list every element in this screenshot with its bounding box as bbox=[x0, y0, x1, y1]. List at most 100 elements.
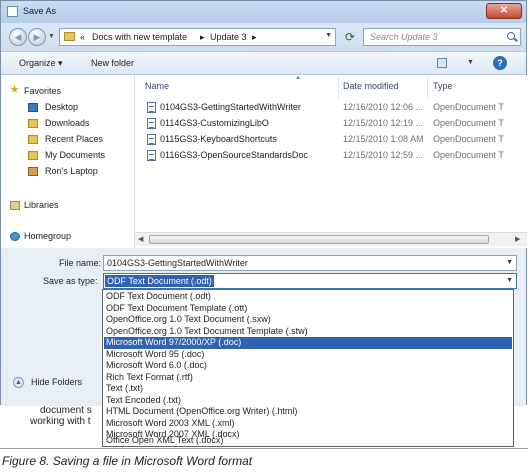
file-row[interactable]: 0104GS3-GettingStartedWithWriter 12/16/2… bbox=[135, 100, 527, 116]
sidebar-item-downloads[interactable]: Downloads bbox=[1, 117, 135, 131]
option-odt[interactable]: ODF Text Document (.odt) bbox=[104, 291, 512, 303]
document-icon bbox=[147, 150, 156, 161]
window-title: Save As bbox=[23, 6, 57, 16]
file-type: OpenDocument T bbox=[433, 102, 504, 112]
breadcrumb-docs-with-new-template[interactable]: Docs with new template bbox=[92, 32, 187, 42]
title-bar: Save As ✕ bbox=[1, 1, 526, 23]
navigation-pane: ★ Favorites Desktop Downloads Recent Pla… bbox=[1, 75, 135, 248]
scroll-left-icon[interactable]: ◀ bbox=[138, 235, 143, 243]
sidebar-item-homegroup[interactable]: Homegroup bbox=[1, 230, 135, 244]
folder-icon bbox=[64, 32, 75, 41]
help-icon[interactable]: ? bbox=[493, 56, 507, 70]
my-documents-icon bbox=[28, 151, 38, 160]
file-type: OpenDocument T bbox=[433, 118, 504, 128]
file-date: 12/15/2010 12:19 ... bbox=[343, 118, 424, 128]
file-row[interactable]: 0115GS3-KeyboardShortcuts 12/15/2010 1:0… bbox=[135, 132, 527, 148]
hide-folders-label: Hide Folders bbox=[31, 377, 83, 387]
search-input[interactable]: Search Update 3 bbox=[370, 32, 438, 42]
option-sxw[interactable]: OpenOffice.org 1.0 Text Document (.sxw) bbox=[104, 314, 512, 326]
sidebar-item-favorites[interactable]: ★ Favorites bbox=[1, 85, 135, 99]
file-date: 12/16/2010 12:06 ... bbox=[343, 102, 424, 112]
option-word-2003-xml[interactable]: Microsoft Word 2003 XML (.xml) bbox=[104, 418, 512, 430]
back-button[interactable]: ◀ bbox=[9, 28, 27, 46]
breadcrumb-separator-icon: ▸ bbox=[252, 32, 257, 42]
option-rtf[interactable]: Rich Text Format (.rtf) bbox=[104, 372, 512, 384]
new-folder-button[interactable]: New folder bbox=[91, 58, 134, 68]
file-name-label: File name: bbox=[59, 258, 102, 268]
file-type: OpenDocument T bbox=[433, 150, 504, 160]
change-view-icon[interactable] bbox=[437, 58, 447, 68]
refresh-icon[interactable]: ⟳ bbox=[341, 28, 359, 46]
file-row[interactable]: 0116GS3-OpenSourceStandardsDoc 12/15/201… bbox=[135, 148, 527, 164]
sidebar-item-my-documents[interactable]: My Documents bbox=[1, 149, 135, 163]
file-date: 12/15/2010 1:08 AM bbox=[343, 134, 424, 144]
recent-pages-icon[interactable]: ▼ bbox=[48, 33, 55, 40]
desktop-icon bbox=[28, 103, 38, 112]
breadcrumb-overflow[interactable]: « bbox=[80, 32, 85, 42]
file-name: 0116GS3-OpenSourceStandardsDoc bbox=[160, 150, 308, 160]
file-date: 12/15/2010 12:59 ... bbox=[343, 150, 424, 160]
address-row: ◀ ▶ ▼ « Docs with new template ▸ Update … bbox=[1, 23, 526, 51]
column-header-date-modified[interactable]: Date modified bbox=[343, 81, 399, 91]
homegroup-icon bbox=[10, 232, 20, 241]
file-name: 0104GS3-GettingStartedWithWriter bbox=[160, 102, 301, 112]
sidebar-item-recent-places[interactable]: Recent Places bbox=[1, 133, 135, 147]
user-icon bbox=[28, 167, 38, 176]
background-text-2: working with t bbox=[30, 416, 91, 427]
search-box[interactable]: Search Update 3 bbox=[363, 28, 521, 46]
view-dropdown-icon[interactable]: ▼ bbox=[467, 59, 474, 66]
option-stw[interactable]: OpenOffice.org 1.0 Text Document Templat… bbox=[104, 326, 512, 338]
save-type-value[interactable]: ODF Text Document (.odt) bbox=[105, 275, 214, 287]
option-txt[interactable]: Text (.txt) bbox=[104, 383, 512, 395]
breadcrumb-update-3[interactable]: Update 3 bbox=[210, 32, 247, 42]
file-name-field[interactable]: 0104GS3-GettingStartedWithWriter ▼ bbox=[103, 255, 517, 271]
file-name-input[interactable]: 0104GS3-GettingStartedWithWriter bbox=[107, 258, 248, 268]
file-name: 0114GS3-CustomizingLibO bbox=[160, 118, 269, 128]
option-txt-encoded[interactable]: Text Encoded (.txt) bbox=[104, 395, 512, 407]
option-office-open-xml[interactable]: Office Open XML Text (.docx) bbox=[104, 435, 512, 447]
close-button[interactable]: ✕ bbox=[486, 3, 522, 19]
option-word-6[interactable]: Microsoft Word 6.0 (.doc) bbox=[104, 360, 512, 372]
scroll-right-icon[interactable]: ▶ bbox=[515, 235, 520, 243]
file-name-dropdown-icon[interactable]: ▼ bbox=[506, 259, 513, 266]
window-icon bbox=[7, 6, 18, 17]
libraries-icon bbox=[10, 201, 20, 210]
document-icon bbox=[147, 134, 156, 145]
document-icon bbox=[147, 118, 156, 129]
option-word-95[interactable]: Microsoft Word 95 (.doc) bbox=[104, 349, 512, 361]
save-type-select[interactable]: ODF Text Document (.odt) ▼ bbox=[103, 273, 517, 289]
option-word-97-2000-xp[interactable]: Microsoft Word 97/2000/XP (.doc) bbox=[104, 337, 512, 349]
sort-indicator-icon: ▲ bbox=[295, 75, 301, 81]
column-header-type[interactable]: Type bbox=[433, 81, 453, 91]
breadcrumb-separator-icon: ▸ bbox=[200, 32, 205, 42]
column-divider[interactable] bbox=[338, 77, 339, 99]
option-ott[interactable]: ODF Text Document Template (.ott) bbox=[104, 303, 512, 315]
file-name: 0115GS3-KeyboardShortcuts bbox=[160, 134, 277, 144]
search-icon bbox=[507, 32, 515, 40]
command-toolbar: Organize ▾ New folder ▼ ? bbox=[1, 51, 526, 75]
address-dropdown-icon[interactable]: ▼ bbox=[325, 32, 332, 39]
forward-button[interactable]: ▶ bbox=[28, 28, 46, 46]
sidebar-item-desktop[interactable]: Desktop bbox=[1, 101, 135, 115]
organize-button[interactable]: Organize ▾ bbox=[19, 58, 63, 69]
sidebar-item-rons-laptop[interactable]: Ron's Laptop bbox=[1, 165, 135, 179]
column-divider[interactable] bbox=[427, 77, 428, 99]
figure-caption: Figure 8. Saving a file in Microsoft Wor… bbox=[2, 454, 253, 468]
horizontal-scrollbar[interactable]: ◀ ▶ bbox=[135, 232, 527, 246]
downloads-icon bbox=[28, 119, 38, 128]
file-type: OpenDocument T bbox=[433, 134, 504, 144]
save-type-dropdown-icon[interactable]: ▼ bbox=[506, 277, 513, 284]
chevron-up-icon: ▲ bbox=[13, 377, 24, 388]
address-bar[interactable]: « Docs with new template ▸ Update 3 ▸ ▼ bbox=[59, 28, 336, 46]
scrollbar-thumb[interactable] bbox=[149, 235, 489, 244]
document-rule bbox=[0, 448, 528, 449]
document-icon bbox=[147, 102, 156, 113]
recent-places-icon bbox=[28, 135, 38, 144]
file-list: ▲ Name Date modified Type 0104GS3-Gettin… bbox=[135, 75, 527, 248]
file-row[interactable]: 0114GS3-CustomizingLibO 12/15/2010 12:19… bbox=[135, 116, 527, 132]
sidebar-item-libraries[interactable]: Libraries bbox=[1, 199, 135, 213]
column-header-name[interactable]: Name bbox=[145, 81, 169, 91]
star-icon: ★ bbox=[9, 84, 20, 96]
background-text-1: document s bbox=[40, 405, 92, 416]
option-html[interactable]: HTML Document (OpenOffice.org Writer) (.… bbox=[104, 406, 512, 418]
